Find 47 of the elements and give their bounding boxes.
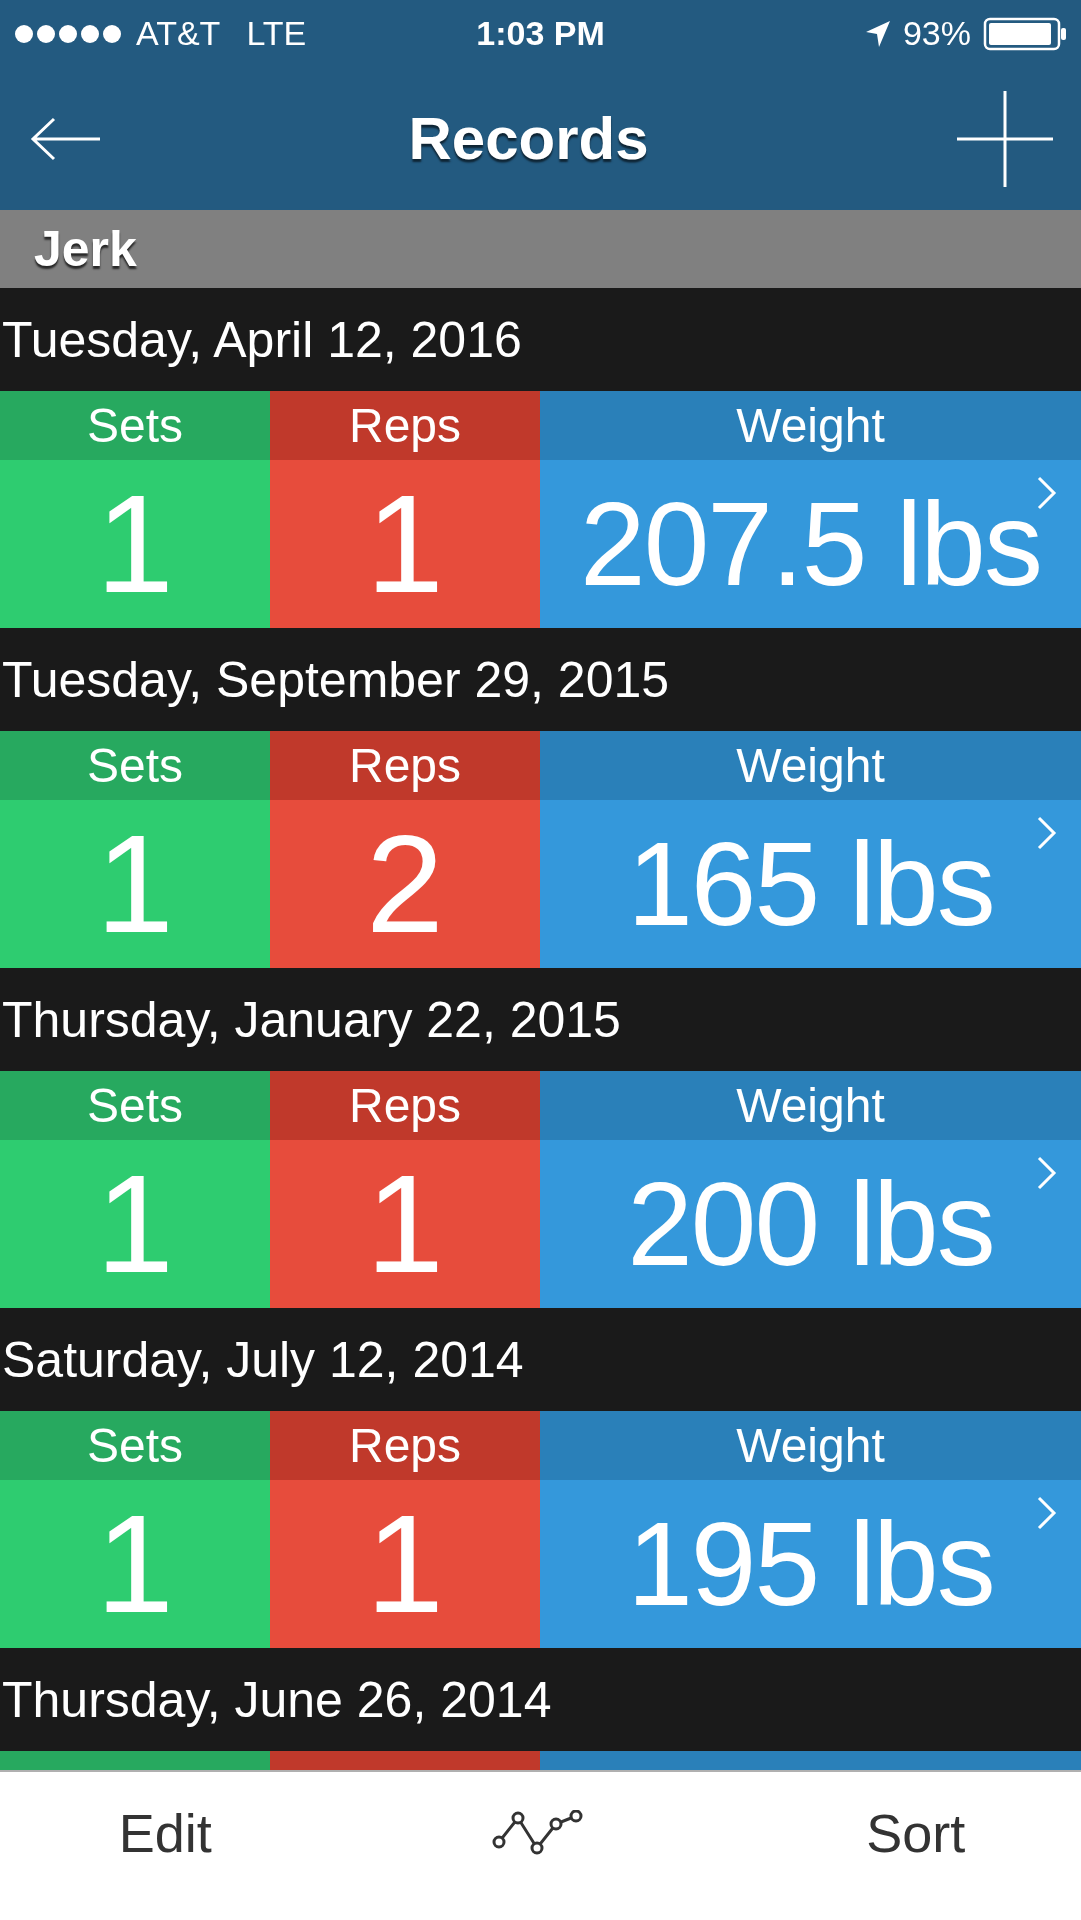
add-button[interactable]: [955, 88, 1055, 189]
signal-icon: [14, 23, 124, 44]
chevron-icon: [1037, 1496, 1057, 1530]
back-button[interactable]: [30, 116, 102, 161]
screen-title: Records: [408, 104, 649, 173]
weight-header: Weight: [540, 1411, 1081, 1480]
weight-header: Weight: [540, 1071, 1081, 1140]
weight-header: Weight: [540, 391, 1081, 460]
reps-header: Reps: [270, 1411, 540, 1480]
sets-header: Sets: [0, 391, 270, 460]
section-title: Jerk: [34, 220, 137, 278]
weight-cell[interactable]: 195 lbs: [540, 1480, 1081, 1648]
sets-value: 1: [0, 1480, 270, 1648]
status-time: 1:03 PM: [476, 14, 605, 53]
weight-cell[interactable]: 200 lbs: [540, 1140, 1081, 1308]
carrier-name: AT&T: [136, 14, 221, 53]
battery-icon: [983, 16, 1067, 51]
sets-header: Sets: [0, 731, 270, 800]
chevron-icon: [1037, 1156, 1057, 1190]
weight-value: 200 lbs: [627, 1157, 994, 1292]
reps-value: 2: [270, 800, 540, 968]
back-arrow-icon: [30, 116, 102, 161]
weight-value: 207.5 lbs: [580, 477, 1041, 612]
weight-value: 165 lbs: [627, 817, 994, 952]
battery-percent: 93%: [902, 14, 971, 53]
sets-value: 1: [0, 800, 270, 968]
reps-header: Reps: [270, 391, 540, 460]
chevron-icon: [1037, 816, 1057, 850]
reps-value: 1: [270, 460, 540, 628]
reps-header: Reps: [270, 1071, 540, 1140]
reps-header: Reps: [270, 731, 540, 800]
network-type: LTE: [246, 14, 307, 53]
weight-cell[interactable]: 165 lbs: [540, 800, 1081, 968]
location-icon: [864, 19, 891, 48]
sets-value: 1: [0, 460, 270, 628]
chevron-icon: [1037, 476, 1057, 510]
reps-value: 1: [270, 1140, 540, 1308]
weight-cell[interactable]: 207.5 lbs: [540, 460, 1081, 628]
sort-button[interactable]: Sort: [866, 1802, 966, 1864]
sets-header: Sets: [0, 1071, 270, 1140]
weight-header: Weight: [540, 731, 1081, 800]
edit-button[interactable]: Edit: [118, 1802, 212, 1864]
sets-value: 1: [0, 1140, 270, 1308]
reps-value: 1: [270, 1480, 540, 1648]
plus-icon: [955, 88, 1055, 189]
weight-value: 195 lbs: [627, 1497, 994, 1632]
sets-header: Sets: [0, 1411, 270, 1480]
